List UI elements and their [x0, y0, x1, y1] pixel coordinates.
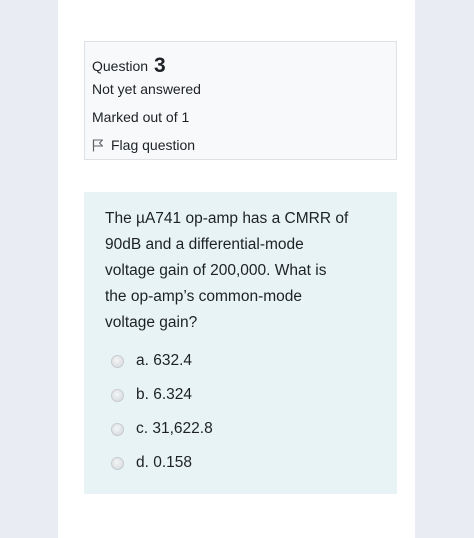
- flag-question-link[interactable]: Flag question: [92, 137, 195, 153]
- answer-option-a[interactable]: a. 632.4: [111, 352, 192, 370]
- question-number: 3: [153, 54, 166, 77]
- question-text-line: voltage gain?: [105, 314, 198, 331]
- flag-question-label: Flag question: [111, 137, 196, 153]
- question-text-line: the op-amp’s common-mode: [105, 288, 302, 305]
- question-info-card: Question 3 Not yet answered Marked out o…: [84, 41, 397, 160]
- answer-label: a. 632.4: [136, 352, 193, 369]
- question-text-line: 90dB and a differential-mode: [105, 236, 304, 253]
- radio-button[interactable]: [111, 456, 124, 470]
- flag-icon: [92, 138, 104, 152]
- question-marks: Marked out of 1: [92, 109, 190, 125]
- question-state: Not yet answered: [92, 81, 201, 97]
- page-background-right: [415, 0, 474, 538]
- question-text-line: voltage gain of 200,000. What is: [105, 262, 327, 279]
- answer-option-d[interactable]: d. 0.158: [111, 454, 192, 472]
- question-text: The µA741 op-amp has a CMRR of 90dB and …: [105, 206, 390, 336]
- question-text-line: The µA741 op-amp has a CMRR of: [105, 210, 349, 227]
- question-label: Question: [92, 58, 149, 74]
- radio-button[interactable]: [111, 388, 124, 402]
- question-card: The µA741 op-amp has a CMRR of 90dB and …: [84, 192, 397, 494]
- radio-button[interactable]: [111, 422, 124, 436]
- radio-button[interactable]: [111, 354, 124, 368]
- answer-label: d. 0.158: [136, 454, 193, 471]
- answer-option-b[interactable]: b. 6.324: [111, 386, 192, 404]
- page-background-left: [0, 0, 58, 538]
- question-number-heading: Question 3: [92, 53, 166, 77]
- answer-label: c. 31,622.8: [136, 420, 213, 437]
- answer-label: b. 6.324: [136, 386, 193, 403]
- answer-option-c[interactable]: c. 31,622.8: [111, 420, 213, 438]
